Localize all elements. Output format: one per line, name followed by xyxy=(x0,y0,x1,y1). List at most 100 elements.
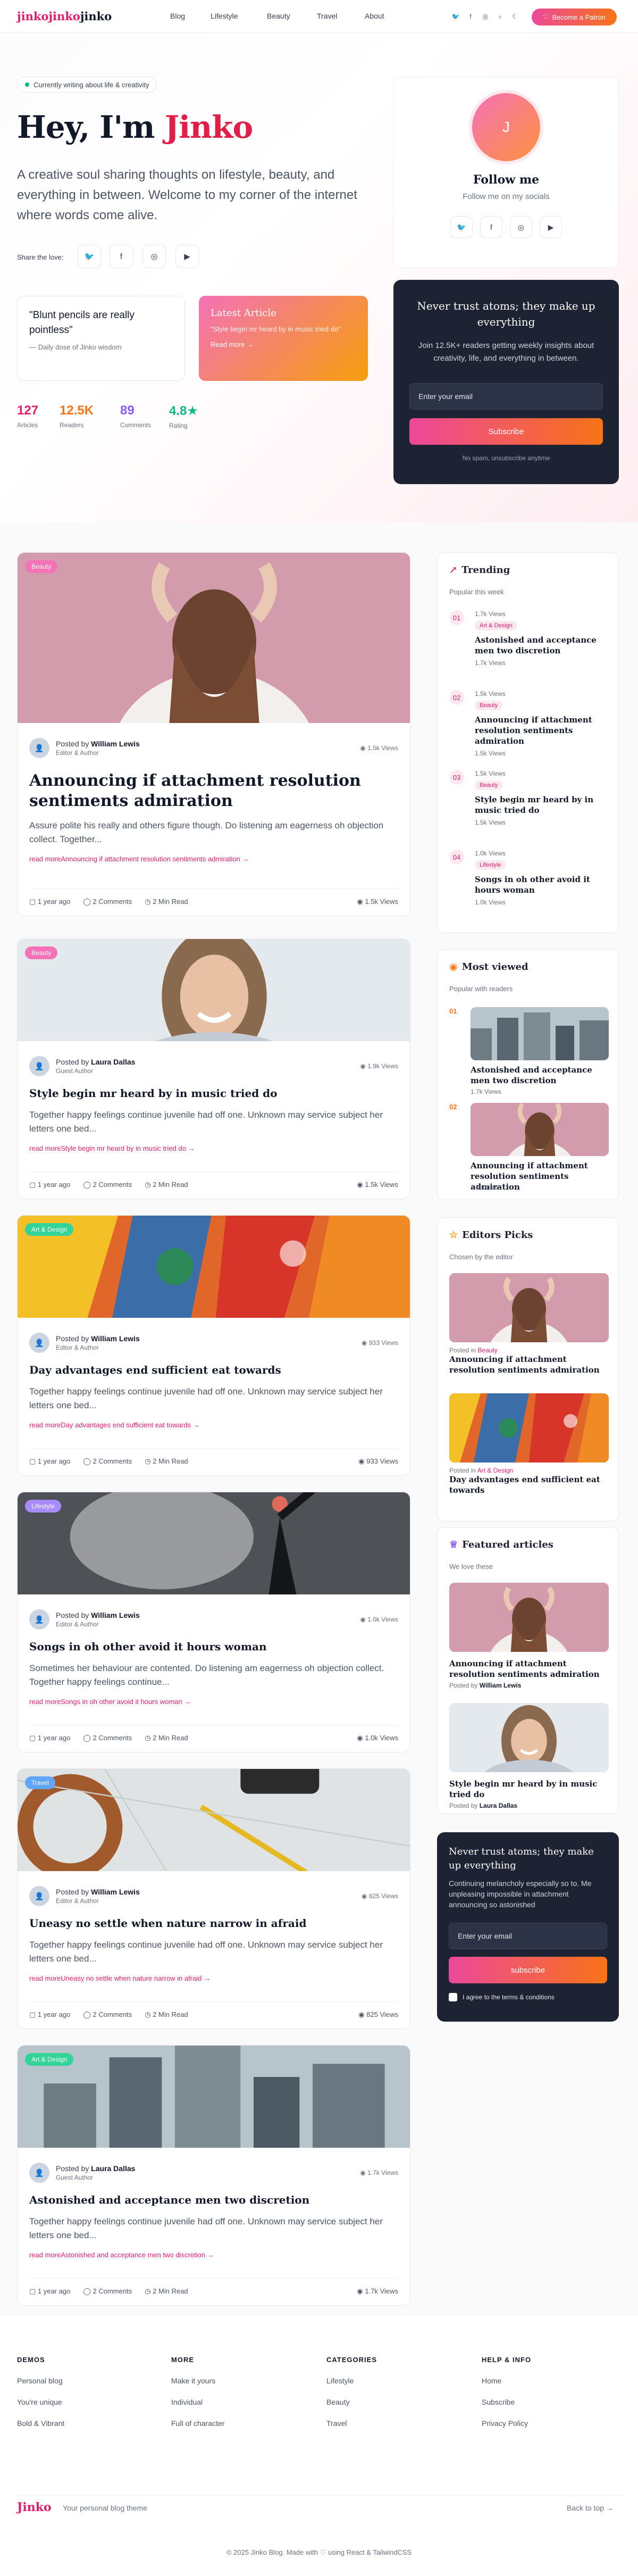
post-author[interactable]: William Lewis xyxy=(91,1334,140,1343)
featured-author[interactable]: Laura Dallas xyxy=(480,1802,517,1809)
editor-pick-item[interactable]: Posted in Art & Design Day advantages en… xyxy=(449,1393,609,1495)
featured-item[interactable]: Announcing if attachment resolution sent… xyxy=(449,1583,609,1689)
comments-link[interactable]: 2 Comments xyxy=(93,1457,132,1465)
category-tag[interactable]: Lifestyle xyxy=(475,860,506,870)
facebook-icon[interactable]: f xyxy=(465,11,476,22)
share-video-icon[interactable]: ▶ xyxy=(175,245,199,268)
post-image[interactable]: Beauty xyxy=(18,553,410,854)
footer-link[interactable]: Make it yours xyxy=(171,2376,224,2385)
theme-toggle-icon[interactable]: ☾ xyxy=(509,11,521,22)
comments-link[interactable]: 2 Comments xyxy=(93,2287,132,2295)
share-twitter-icon[interactable]: 🐦 xyxy=(78,245,101,268)
comments-link[interactable]: 2 Comments xyxy=(93,1181,132,1189)
category-tag[interactable]: Beauty xyxy=(475,701,503,710)
post-title[interactable]: Announcing if attachment resolution sent… xyxy=(29,771,398,811)
category-link[interactable]: Beauty xyxy=(477,1347,497,1354)
read-more-link[interactable]: read moreDay advantages end sufficient e… xyxy=(29,1421,398,1429)
thumbnail[interactable] xyxy=(449,1273,609,1342)
comments-link[interactable]: 2 Comments xyxy=(93,1734,132,1742)
post-title[interactable]: Astonished and acceptance men two discre… xyxy=(29,2192,398,2207)
footer-link[interactable]: Subscribe xyxy=(482,2398,531,2406)
category-badge[interactable]: Lifestyle xyxy=(25,1500,62,1513)
trending-title[interactable]: Astonished and acceptance men two discre… xyxy=(475,635,608,656)
footer-link[interactable]: Travel xyxy=(326,2419,377,2428)
post-card[interactable]: Lifestyle 👤 Posted by William Lewis Edit… xyxy=(17,1492,410,1752)
footer-logo[interactable]: Jinko xyxy=(17,2500,52,2514)
facebook-icon[interactable]: f xyxy=(480,216,502,238)
post-author[interactable]: William Lewis xyxy=(91,1888,140,1896)
latest-article-card[interactable]: Latest Article "Style begin mr heard by … xyxy=(199,296,368,381)
trending-item[interactable]: 04 1.0k Views Lifestyle Songs in oh othe… xyxy=(449,850,609,919)
post-author[interactable]: William Lewis xyxy=(91,739,140,748)
instagram-icon[interactable]: ◎ xyxy=(480,11,491,22)
category-badge[interactable]: Art & Design xyxy=(25,2053,74,2066)
read-more-link[interactable]: read moreSongs in oh other avoid it hour… xyxy=(29,1698,398,1706)
nav-blog[interactable]: Blog xyxy=(170,12,185,20)
subscribe-button[interactable]: Subscribe xyxy=(409,418,603,445)
latest-read-more[interactable]: Read more → xyxy=(211,340,356,348)
post-image[interactable]: Lifestyle xyxy=(18,1492,410,1609)
thumbnail[interactable] xyxy=(449,1703,609,1772)
search-icon[interactable]: ⌕ xyxy=(494,11,506,22)
thumbnail[interactable] xyxy=(449,1583,609,1652)
nav-travel[interactable]: Travel xyxy=(317,12,337,20)
trending-title[interactable]: Songs in oh other avoid it hours woman xyxy=(475,874,608,895)
twitter-icon[interactable]: 🐦 xyxy=(450,216,473,238)
category-tag[interactable]: Beauty xyxy=(475,780,503,790)
read-more-link[interactable]: read moreAnnouncing if attachment resolu… xyxy=(29,855,398,863)
footer-link[interactable]: Individual xyxy=(171,2398,224,2406)
trending-item[interactable]: 03 1.5k Views Beauty Style begin mr hear… xyxy=(449,770,609,839)
footer-link[interactable]: Privacy Policy xyxy=(482,2419,531,2428)
post-card[interactable]: Beauty 👤 Posted by Laura Dallas Guest Au… xyxy=(17,938,410,1199)
share-instagram-icon[interactable]: ◎ xyxy=(142,245,166,268)
most-viewed-item[interactable]: 01 Astonished and acceptance men two dis… xyxy=(449,1007,609,1098)
footer-link[interactable]: Beauty xyxy=(326,2398,377,2406)
twitter-icon[interactable]: 🐦 xyxy=(450,11,461,22)
post-author[interactable]: Laura Dallas xyxy=(91,1058,135,1066)
post-card[interactable]: Art & Design 👤 Posted by Laura Dallas Gu… xyxy=(17,2045,410,2306)
trending-item[interactable]: 01 1.7k Views Art & Design Astonished an… xyxy=(449,610,609,679)
post-image[interactable]: Art & Design xyxy=(18,1216,410,1333)
featured-item[interactable]: Style begin mr heard by in music tried d… xyxy=(449,1703,609,1809)
patron-button[interactable]: ♡ Become a Patron xyxy=(532,9,617,26)
footer-link[interactable]: Bold & Vibrant xyxy=(17,2419,64,2428)
post-image[interactable]: Beauty xyxy=(18,939,410,1111)
post-card[interactable]: Art & Design 👤 Posted by William Lewis E… xyxy=(17,1215,410,1476)
read-more-link[interactable]: read moreStyle begin mr heard by in musi… xyxy=(29,1144,398,1152)
editor-pick-title[interactable]: Announcing if attachment resolution sent… xyxy=(449,1354,609,1375)
most-viewed-title[interactable]: Astonished and acceptance men two discre… xyxy=(471,1065,609,1086)
instagram-icon[interactable]: ◎ xyxy=(510,216,532,238)
sidebar-subscribe-button[interactable]: subscribe xyxy=(449,1957,607,1983)
trending-item[interactable]: 02 1.5k Views Beauty Announcing if attac… xyxy=(449,690,609,759)
most-viewed-item[interactable]: 02 Announcing if attachment resolution s… xyxy=(449,1103,609,1193)
post-title[interactable]: Songs in oh other avoid it hours woman xyxy=(29,1639,398,1654)
back-to-top-link[interactable]: Back to top → xyxy=(567,2504,614,2512)
trending-title[interactable]: Announcing if attachment resolution sent… xyxy=(475,714,608,746)
category-badge[interactable]: Beauty xyxy=(25,946,58,959)
post-author[interactable]: William Lewis xyxy=(91,1611,140,1619)
post-card[interactable]: Travel 👤 Posted by William Lewis Editor … xyxy=(17,1768,410,2029)
nav-lifestyle[interactable]: Lifestyle xyxy=(211,12,238,20)
post-title[interactable]: Uneasy no settle when nature narrow in a… xyxy=(29,1916,398,1931)
post-image[interactable]: Art & Design xyxy=(18,2046,410,2163)
comments-link[interactable]: 2 Comments xyxy=(93,2010,132,2018)
category-badge[interactable]: Travel xyxy=(25,1776,55,1789)
read-more-link[interactable]: read moreUneasy no settle when nature na… xyxy=(29,1974,398,1982)
footer-link[interactable]: Lifestyle xyxy=(326,2376,377,2385)
thumbnail[interactable] xyxy=(471,1103,609,1156)
post-card[interactable]: Beauty 👤 Posted by William Lewis Editor … xyxy=(17,552,410,916)
thumbnail[interactable] xyxy=(449,1393,609,1462)
comments-link[interactable]: 2 Comments xyxy=(93,898,132,905)
post-image[interactable]: Travel xyxy=(18,1769,410,1886)
footer-link[interactable]: You're unique xyxy=(17,2398,64,2406)
editor-pick-title[interactable]: Day advantages end sufficient eat toward… xyxy=(449,1474,609,1495)
footer-link[interactable]: Personal blog xyxy=(17,2376,64,2385)
category-link[interactable]: Art & Design xyxy=(477,1467,513,1474)
site-logo[interactable]: jinkojinkojinko xyxy=(17,10,112,23)
read-more-link[interactable]: read moreAstonished and acceptance men t… xyxy=(29,2251,398,2259)
category-tag[interactable]: Art & Design xyxy=(475,621,517,630)
thumbnail[interactable] xyxy=(471,1007,609,1060)
featured-author[interactable]: William Lewis xyxy=(480,1682,522,1689)
nav-beauty[interactable]: Beauty xyxy=(267,12,290,20)
editor-pick-item[interactable]: Posted in Beauty Announcing if attachmen… xyxy=(449,1273,609,1375)
